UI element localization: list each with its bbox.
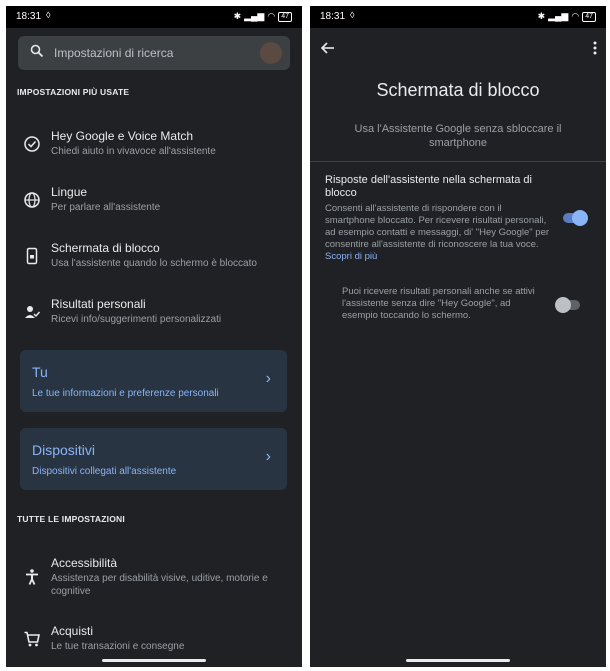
personal-results-toggle[interactable]	[555, 297, 580, 313]
gesture-bar[interactable]	[102, 659, 206, 662]
item-title: Schermata di blocco	[51, 241, 160, 255]
option-title: Risposte dell'assistente nella schermata…	[325, 174, 532, 199]
settings-item-voice-match[interactable]: Hey Google e Voice Match Chiedi aiuto in…	[6, 129, 302, 169]
more-options-icon[interactable]	[592, 40, 598, 59]
cart-icon	[23, 630, 41, 648]
signal-icon: ▂▄▆	[244, 11, 265, 21]
item-title: Risultati personali	[51, 297, 146, 311]
card-title: Tu	[32, 364, 48, 380]
status-time: 18:31	[320, 11, 346, 22]
alarm-icon: ◊	[46, 10, 51, 20]
settings-item-lock-screen[interactable]: Schermata di blocco Usa l'assistente qua…	[6, 241, 302, 281]
option-description: Consenti all'assistente di rispondere co…	[325, 203, 550, 263]
status-bar: 18:31 ◊ ✱ ▂▄▆ ◠ 47	[310, 6, 606, 28]
card-subtitle: Dispositivi collegati all'assistente	[32, 466, 177, 477]
item-subtitle: Chiedi aiuto in vivavoce all'assistente	[51, 146, 216, 157]
lock-screen-responses-toggle[interactable]	[563, 210, 588, 226]
status-icons: ✱ ▂▄▆ ◠ 47	[538, 11, 596, 22]
settings-item-purchases[interactable]: Acquisti Le tue transazioni e consegne	[6, 624, 302, 664]
settings-item-languages[interactable]: Lingue Per parlare all'assistente	[6, 185, 302, 225]
status-icons: ✱ ▂▄▆ ◠ 47	[234, 11, 292, 22]
voice-match-icon	[23, 135, 41, 153]
option-description-text: Consenti all'assistente di rispondere co…	[325, 203, 550, 250]
item-subtitle: Per parlare all'assistente	[51, 202, 161, 213]
wifi-icon: ◠	[267, 11, 276, 21]
avatar[interactable]	[260, 42, 282, 64]
item-title: Acquisti	[51, 624, 94, 638]
search-bar[interactable]: Impostazioni di ricerca	[18, 36, 290, 70]
item-subtitle: Ricevi info/suggerimenti personalizzati	[51, 314, 222, 325]
signal-icon: ▂▄▆	[548, 11, 569, 21]
item-title: Hey Google e Voice Match	[51, 129, 194, 143]
status-bar: 18:31 ◊ ✱ ▂▄▆ ◠ 47	[6, 6, 302, 28]
section-all-heading: TUTTE LE IMPOSTAZIONI	[17, 514, 125, 524]
back-arrow-icon[interactable]	[320, 40, 336, 61]
gesture-bar[interactable]	[406, 659, 510, 662]
search-icon	[30, 44, 44, 61]
card-subtitle: Le tue informazioni e preferenze persona…	[32, 388, 219, 399]
bluetooth-icon: ✱	[233, 11, 242, 21]
card-title: Dispositivi	[32, 442, 96, 458]
wifi-icon: ◠	[571, 11, 580, 21]
section-most-used-heading: IMPOSTAZIONI PIÙ USATE	[17, 87, 130, 97]
item-subtitle: Assistenza per disabilità visive, uditiv…	[51, 573, 268, 597]
lock-screen-settings: 18:31 ◊ ✱ ▂▄▆ ◠ 47 Schermata di blocco U…	[310, 6, 606, 667]
bluetooth-icon: ✱	[537, 11, 546, 21]
alarm-icon: ◊	[350, 10, 355, 20]
option-description: Puoi ricevere risultati personali anche …	[342, 286, 535, 321]
globe-icon	[23, 191, 41, 209]
lock-screen-icon	[23, 247, 41, 265]
item-title: Accessibilità	[51, 556, 118, 570]
chevron-right-icon: ›	[265, 448, 271, 465]
item-title: Lingue	[51, 185, 88, 199]
item-subtitle: Le tue transazioni e consegne	[51, 641, 185, 652]
status-time: 18:31	[16, 11, 42, 22]
settings-screen: 18:31 ◊ ✱ ▂▄▆ ◠ 47 Impostazioni di ricer…	[6, 6, 302, 667]
chevron-right-icon: ›	[265, 370, 271, 387]
search-placeholder: Impostazioni di ricerca	[54, 46, 174, 60]
battery-icon: 47	[582, 11, 596, 22]
page-subtitle: Usa l'Assistente Google senza sbloccare …	[354, 123, 562, 149]
settings-item-personal-results[interactable]: Risultati personali Ricevi info/suggerim…	[6, 297, 302, 337]
settings-item-accessibility[interactable]: Accessibilità Assistenza per disabilità …	[6, 556, 302, 604]
learn-more-link[interactable]: Scopri di più	[325, 251, 377, 262]
toggle-knob	[555, 297, 571, 313]
divider	[310, 161, 606, 162]
accessibility-icon	[23, 568, 41, 586]
person-check-icon	[23, 303, 41, 321]
page-title: Schermata di blocco	[376, 80, 540, 100]
card-devices[interactable]: Dispositivi Dispositivi collegati all'as…	[20, 428, 287, 490]
item-subtitle: Usa l'assistente quando lo schermo è blo…	[51, 258, 257, 269]
toggle-knob	[572, 210, 588, 226]
card-you[interactable]: Tu Le tue informazioni e preferenze pers…	[20, 350, 287, 412]
battery-icon: 47	[278, 11, 292, 22]
